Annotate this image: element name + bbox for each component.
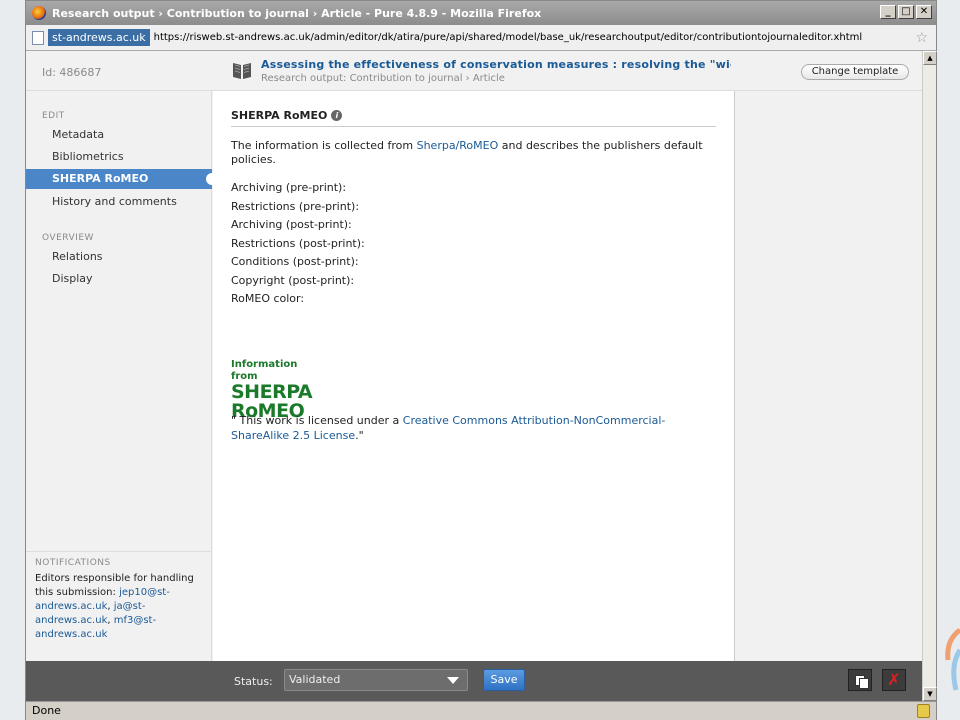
firefox-icon <box>32 6 46 20</box>
editor-footer: Status: Validated Save ✗ <box>26 661 922 701</box>
editor-sidebar: EDIT Metadata Bibliometrics SHERPA RoMEO… <box>26 91 218 661</box>
sidebar-item-sherpa-romeo[interactable]: SHERPA RoMEO <box>26 169 218 189</box>
notifications-text: Editors responsible for handling this su… <box>35 573 194 640</box>
field-romeo-color: RoMEO color: <box>231 292 305 305</box>
panel-description: The information is collected from Sherpa… <box>231 139 703 166</box>
window-controls: _ □ ✕ <box>880 5 932 19</box>
status-select[interactable]: Validated <box>284 669 468 691</box>
sherpa-romeo-logo[interactable]: Information from SHERPA RoMEO <box>231 359 326 421</box>
chevron-down-icon <box>447 677 459 684</box>
save-button[interactable]: Save <box>483 669 525 691</box>
field-archiving-pre-print: Archiving (pre-print): <box>231 181 347 194</box>
maximize-button[interactable]: □ <box>898 5 914 19</box>
book-icon <box>233 63 251 79</box>
minimize-button[interactable]: _ <box>880 5 896 19</box>
status-label: Status: <box>234 675 273 688</box>
status-text: Done <box>32 704 61 717</box>
sherpa-romeo-link[interactable]: Sherpa/RoMEO <box>417 139 499 152</box>
copy-icon[interactable] <box>848 669 872 691</box>
sidebar-item-history[interactable]: History and comments <box>26 192 212 212</box>
page-icon <box>32 30 44 45</box>
field-restrictions-pre-print: Restrictions (pre-print): <box>231 199 360 213</box>
field-restrictions-post-print: Restrictions (post-print): <box>231 236 365 250</box>
panel-heading: SHERPA RoMEO i <box>231 109 716 127</box>
scroll-down-icon[interactable]: ▼ <box>923 687 937 701</box>
site-identity-badge[interactable]: st-andrews.ac.uk <box>48 29 150 46</box>
notifications-panel: NOTIFICATIONS Editors responsible for ha… <box>26 551 212 661</box>
close-window-button[interactable]: ✕ <box>916 5 932 19</box>
notifications-title: NOTIFICATIONS <box>35 558 111 568</box>
address-bar[interactable]: st-andrews.ac.uk https://risweb.st-andre… <box>26 25 936 51</box>
record-id: Id: 486687 <box>42 66 102 79</box>
url-text[interactable]: https://risweb.st-andrews.ac.uk/admin/ed… <box>154 32 863 43</box>
window-title: Research output › Contribution to journa… <box>52 6 542 20</box>
scroll-up-icon[interactable]: ▲ <box>923 51 937 65</box>
window-titlebar: Research output › Contribution to journa… <box>26 1 936 25</box>
sidebar-item-metadata[interactable]: Metadata <box>26 125 212 145</box>
browser-statusbar: Done <box>26 701 936 720</box>
policy-fields: Archiving (pre-print): Restrictions (pre… <box>231 179 716 309</box>
pure-editor: Id: 486687 Assessing the effectiveness o… <box>26 51 922 701</box>
field-archiving-post-print: Archiving (post-print): <box>231 218 352 231</box>
field-conditions-post-print: Conditions (post-print): <box>231 255 359 268</box>
right-pane <box>736 91 922 661</box>
page-scrollbar[interactable]: ▲ ▼ <box>922 51 937 701</box>
info-icon[interactable]: i <box>331 110 343 121</box>
change-template-button[interactable]: Change template <box>801 64 909 80</box>
background-decoration <box>945 627 960 691</box>
record-breadcrumb: Research output: Contribution to journal… <box>261 73 505 84</box>
record-title: Assessing the effectiveness of conservat… <box>261 58 731 71</box>
sherpa-romeo-panel: SHERPA RoMEO i The information is collec… <box>213 91 735 661</box>
overview-section-heading: OVERVIEW <box>42 233 94 243</box>
sidebar-item-relations[interactable]: Relations <box>26 247 212 267</box>
field-copyright-post-print: Copyright (post-print): <box>231 273 355 287</box>
bookmark-star-icon[interactable]: ☆ <box>915 30 928 46</box>
sidebar-item-bibliometrics[interactable]: Bibliometrics <box>26 147 212 167</box>
editor-header: Id: 486687 Assessing the effectiveness o… <box>26 51 922 91</box>
license-text: " This work is licensed under a Creative… <box>231 413 666 442</box>
browser-window: Research output › Contribution to journa… <box>25 0 937 720</box>
lock-icon[interactable] <box>917 704 930 718</box>
edit-section-heading: EDIT <box>42 111 65 121</box>
close-icon[interactable]: ✗ <box>882 669 906 691</box>
sidebar-item-display[interactable]: Display <box>26 269 212 289</box>
